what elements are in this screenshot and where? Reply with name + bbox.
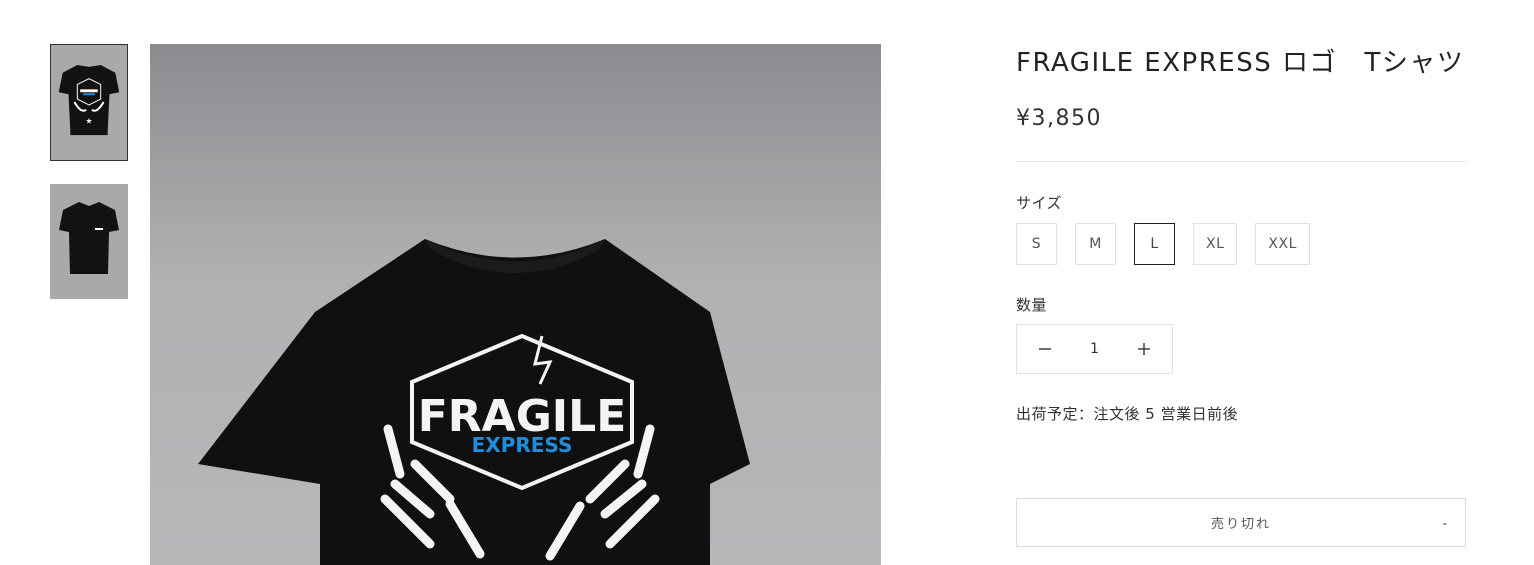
product-main-image[interactable]: FRAGILE EXPRESS — [150, 44, 881, 565]
quantity-label: 数量 — [1016, 296, 1048, 314]
increase-quantity-button[interactable] — [1116, 325, 1172, 373]
tshirt-front-thumbnail-image — [50, 184, 128, 299]
sold-out-button[interactable]: 売り切れ - — [1016, 498, 1466, 547]
size-option-s[interactable]: S — [1016, 223, 1057, 265]
tshirt-back-thumbnail-image: ★ — [51, 45, 127, 160]
product-price: ¥3,850 — [1016, 106, 1102, 131]
divider — [1016, 161, 1466, 162]
product-title: FRAGILE EXPRESS ロゴ Tシャツ — [1016, 48, 1465, 78]
minus-icon — [1039, 348, 1051, 350]
plus-icon — [1138, 343, 1150, 355]
thumbnail-front-view[interactable] — [50, 184, 128, 299]
size-selector: S M L XL XXL — [1016, 223, 1466, 265]
thumbnail-back-view[interactable]: ★ — [50, 44, 128, 161]
shipping-note: 出荷予定：注文後 5 営業日前後 — [1016, 405, 1239, 423]
size-option-xl[interactable]: XL — [1193, 223, 1238, 265]
size-option-m[interactable]: M — [1075, 223, 1116, 265]
tshirt-back-illustration: FRAGILE EXPRESS — [150, 44, 881, 565]
decrease-quantity-button[interactable] — [1017, 325, 1073, 373]
size-option-l[interactable]: L — [1134, 223, 1175, 265]
product-info: FRAGILE EXPRESS ロゴ Tシャツ ¥3,850 サイズ S M L… — [1016, 44, 1466, 424]
quantity-input[interactable] — [1073, 341, 1116, 357]
sold-out-label: 売り切れ — [1210, 516, 1271, 531]
product-page: ★ FRAGILE EXPRESS FRAGILE EXPRESS ロゴ Tシャ… — [0, 0, 1534, 565]
logo-subword-text: EXPRESS — [472, 433, 573, 457]
sold-out-indicator: - — [1442, 515, 1449, 530]
size-option-xxl[interactable]: XXL — [1255, 223, 1310, 265]
quantity-stepper — [1016, 324, 1173, 374]
size-label: サイズ — [1016, 194, 1063, 212]
svg-text:★: ★ — [86, 116, 93, 125]
